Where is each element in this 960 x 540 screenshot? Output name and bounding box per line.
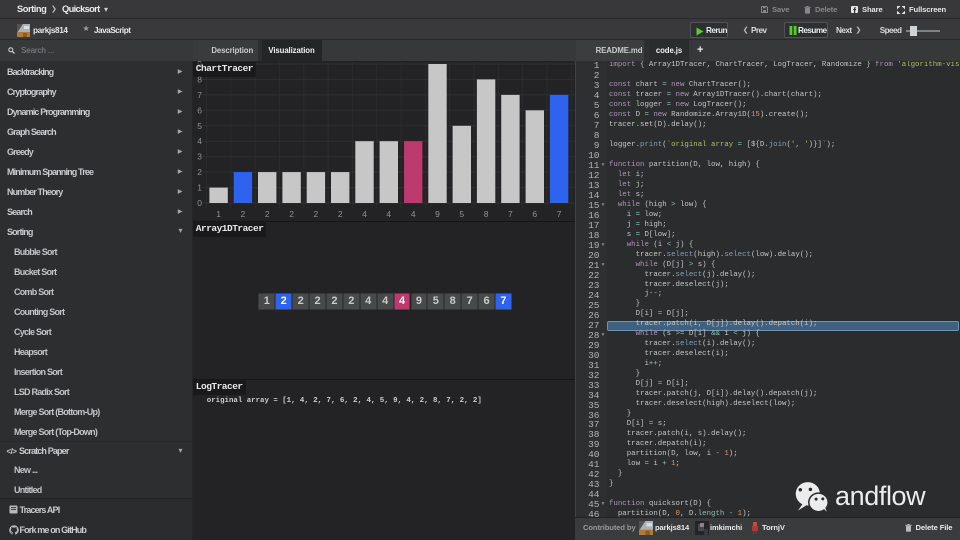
svg-text:5: 5 (459, 209, 464, 219)
svg-text:2: 2 (197, 167, 202, 177)
svg-text:0: 0 (197, 198, 202, 208)
svg-text:2: 2 (314, 209, 319, 219)
svg-text:7: 7 (197, 90, 202, 100)
svg-text:3: 3 (197, 152, 202, 162)
svg-text:4: 4 (386, 209, 391, 219)
svg-text:4: 4 (411, 209, 416, 219)
svg-text:2: 2 (289, 209, 294, 219)
svg-text:7: 7 (557, 209, 562, 219)
svg-text:5: 5 (197, 121, 202, 131)
svg-text:7: 7 (508, 209, 513, 219)
svg-text:1: 1 (216, 209, 221, 219)
svg-text:2: 2 (241, 209, 246, 219)
svg-text:1: 1 (197, 183, 202, 193)
svg-text:9: 9 (435, 209, 440, 219)
svg-text:4: 4 (362, 209, 367, 219)
svg-text:4: 4 (197, 136, 202, 146)
svg-text:2: 2 (338, 209, 343, 219)
svg-text:2: 2 (265, 209, 270, 219)
svg-text:6: 6 (197, 105, 202, 115)
svg-text:6: 6 (532, 209, 537, 219)
svg-text:8: 8 (484, 209, 489, 219)
